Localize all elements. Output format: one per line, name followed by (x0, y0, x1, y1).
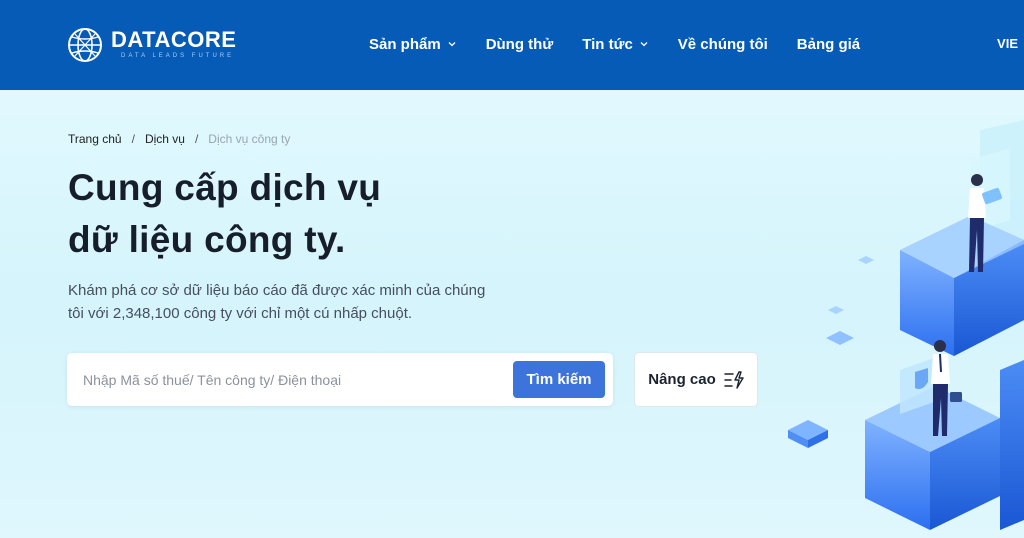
brand-tagline: DATA LEADS FUTURE (121, 53, 235, 59)
breadcrumb-current: Dịch vụ công ty (208, 132, 291, 146)
brand-name: DATACORE (111, 27, 237, 52)
globe-icon (68, 28, 102, 62)
filter-lightning-icon (724, 370, 744, 389)
page-title-line-1: Cung cấp dịch vụ (68, 167, 382, 208)
chevron-down-icon (448, 42, 456, 47)
hero-description: Khám phá cơ sở dữ liệu báo cáo đã được x… (68, 279, 508, 325)
nav-item-products[interactable]: Sản phẩm (369, 36, 457, 53)
chevron-down-icon (640, 42, 648, 47)
nav-item-label: Về chúng tôi (677, 35, 768, 53)
nav-item-label: Sản phẩm (369, 35, 441, 53)
hero-description-line-1: Khám phá cơ sở dữ liệu báo cáo đã được x… (68, 282, 486, 299)
advanced-search-button[interactable]: Nâng cao (634, 352, 758, 407)
search-button[interactable]: Tìm kiếm (513, 361, 605, 398)
nav-item-pricing[interactable]: Bảng giá (797, 36, 860, 53)
nav-item-about[interactable]: Về chúng tôi (678, 36, 768, 53)
company-search-box: Tìm kiếm (67, 353, 613, 406)
page-title: Cung cấp dịch vụ dữ liệu công ty. (68, 162, 548, 266)
advanced-search-label: Nâng cao (648, 371, 716, 388)
nav-item-news[interactable]: Tin tức (582, 36, 649, 53)
breadcrumb-home[interactable]: Trang chủ (68, 132, 122, 146)
nav-item-label: Dùng thử (485, 35, 554, 53)
nav-item-trial[interactable]: Dùng thử (486, 36, 554, 53)
isometric-data-illustration (788, 120, 1024, 530)
main-nav: Sản phẩm Dùng thử Tin tức Về chúng tôi B… (369, 32, 889, 56)
language-switcher[interactable]: VIE (997, 36, 1018, 51)
nav-item-label: Bảng giá (796, 35, 861, 53)
breadcrumb-services[interactable]: Dịch vụ (145, 132, 185, 146)
brand-logo[interactable]: DATACORE DATA LEADS FUTURE (67, 26, 236, 64)
search-input[interactable] (83, 363, 503, 396)
breadcrumb-separator: / (194, 132, 199, 146)
hero-description-line-2: tôi với 2,348,100 công ty với chỉ một cú… (68, 305, 413, 322)
nav-item-label: Tin tức (582, 35, 633, 53)
breadcrumb-separator: / (131, 132, 135, 146)
page-title-line-2: dữ liệu công ty. (68, 219, 346, 260)
site-header: DATACORE DATA LEADS FUTURE Sản phẩm Dùng… (0, 0, 1024, 90)
breadcrumb: Trang chủ / Dịch vụ / Dịch vụ công ty (68, 132, 290, 146)
brand-wordmark: DATACORE DATA LEADS FUTURE (111, 29, 236, 61)
